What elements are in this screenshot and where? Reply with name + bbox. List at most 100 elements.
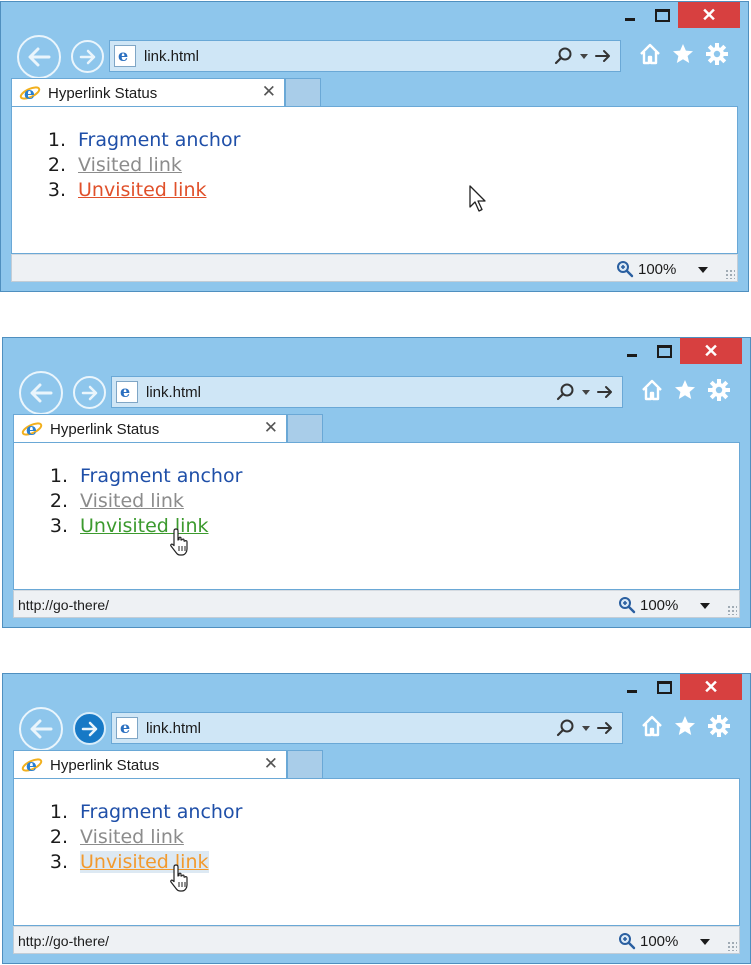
- back-arrow-icon: [30, 719, 53, 739]
- zoom-icon[interactable]: [618, 932, 636, 950]
- fragment-anchor-link[interactable]: Fragment anchor: [80, 801, 242, 823]
- window-caption-buttons: ✕: [616, 674, 742, 702]
- search-icon[interactable]: [554, 46, 574, 66]
- resize-grip[interactable]: [727, 605, 737, 615]
- zoom-level[interactable]: 100%: [638, 261, 676, 278]
- new-tab-button[interactable]: [287, 750, 323, 779]
- svg-text:e: e: [24, 84, 35, 103]
- page-content: 1. Fragment anchor 2. Visited link 3. Unvisit…: [13, 442, 740, 590]
- tab-title: Hyperlink Status: [50, 421, 160, 438]
- back-button[interactable]: [19, 707, 63, 751]
- search-dropdown-icon[interactable]: [582, 726, 590, 731]
- close-window-button[interactable]: ✕: [680, 338, 742, 364]
- address-bar[interactable]: e link.html: [111, 376, 623, 408]
- fragment-anchor-link[interactable]: Fragment anchor: [78, 129, 240, 151]
- ie-page-icon: e: [114, 45, 136, 67]
- close-window-button[interactable]: ✕: [678, 2, 740, 28]
- ie-logo-icon: e: [21, 420, 43, 439]
- search-dropdown-icon[interactable]: [580, 54, 588, 59]
- browser-tab[interactable]: e Hyperlink Status ✕: [13, 750, 287, 779]
- zoom-dropdown-icon[interactable]: [698, 267, 708, 273]
- favorites-star-icon[interactable]: [673, 378, 697, 402]
- status-url: http://go-there/: [18, 933, 110, 949]
- close-tab-button[interactable]: ✕: [262, 82, 276, 102]
- fragment-anchor-link[interactable]: Fragment anchor: [80, 465, 242, 487]
- window-caption-buttons: ✕: [614, 2, 740, 30]
- forward-button[interactable]: [73, 712, 106, 745]
- resize-grip[interactable]: [725, 269, 735, 279]
- tab-title: Hyperlink Status: [50, 757, 160, 774]
- minimize-button[interactable]: [614, 2, 646, 28]
- ie-logo-icon: e: [21, 756, 43, 775]
- home-icon[interactable]: [638, 42, 662, 66]
- hand-cursor-icon: [170, 528, 188, 556]
- status-bar: 100%: [11, 254, 738, 282]
- list-number: 2.: [47, 154, 66, 176]
- list-number: 1.: [49, 465, 68, 487]
- gear-icon[interactable]: [707, 378, 731, 402]
- maximize-button[interactable]: [648, 338, 680, 364]
- close-tab-button[interactable]: ✕: [264, 418, 278, 438]
- list-number: 2.: [49, 490, 68, 512]
- status-bar: http://go-there/ 100%: [13, 590, 740, 618]
- back-button[interactable]: [19, 371, 63, 415]
- visited-link[interactable]: Visited link: [80, 826, 184, 848]
- svg-text:e: e: [26, 756, 37, 775]
- new-tab-button[interactable]: [285, 78, 321, 107]
- minimize-button[interactable]: [616, 674, 648, 700]
- browser-window-1: ✕ e link.html e Hyperlink Status ✕ 1. Fr…: [0, 1, 749, 292]
- forward-button[interactable]: [71, 40, 104, 73]
- gear-icon[interactable]: [707, 714, 731, 738]
- status-bar: http://go-there/ 100%: [13, 926, 740, 954]
- arrow-cursor-icon: [469, 185, 486, 212]
- status-url: http://go-there/: [18, 597, 110, 613]
- address-bar[interactable]: e link.html: [111, 712, 623, 744]
- search-dropdown-icon[interactable]: [582, 390, 590, 395]
- favorites-star-icon[interactable]: [671, 42, 695, 66]
- visited-link[interactable]: Visited link: [80, 490, 184, 512]
- list-number: 1.: [47, 129, 66, 151]
- forward-arrow-icon: [79, 49, 95, 64]
- home-icon[interactable]: [640, 378, 664, 402]
- page-content: 1. Fragment anchor 2. Visited link 3. Unvisit…: [11, 106, 738, 254]
- address-bar[interactable]: e link.html: [109, 40, 621, 72]
- zoom-icon[interactable]: [616, 260, 634, 278]
- search-icon[interactable]: [556, 382, 576, 402]
- zoom-level[interactable]: 100%: [640, 597, 678, 614]
- maximize-button[interactable]: [648, 674, 680, 700]
- list-number: 3.: [49, 515, 68, 537]
- ie-page-icon: e: [116, 381, 138, 403]
- back-arrow-icon: [28, 47, 51, 67]
- zoom-icon[interactable]: [618, 596, 636, 614]
- forward-arrow-icon: [81, 721, 97, 736]
- svg-text:e: e: [26, 420, 37, 439]
- forward-button[interactable]: [73, 376, 106, 409]
- go-arrow-icon[interactable]: [594, 47, 612, 65]
- list-number: 2.: [49, 826, 68, 848]
- maximize-button[interactable]: [646, 2, 678, 28]
- browser-window-2: ✕ e link.html e Hyperlink Status ✕ 1. Fr…: [2, 337, 751, 628]
- close-tab-button[interactable]: ✕: [264, 754, 278, 774]
- window-caption-buttons: ✕: [616, 338, 742, 366]
- browser-tab[interactable]: e Hyperlink Status ✕: [13, 414, 287, 443]
- address-text: link.html: [146, 384, 202, 401]
- browser-window-3: ✕ e link.html e Hyperlink Status ✕ 1. Fr…: [2, 673, 751, 964]
- zoom-dropdown-icon[interactable]: [700, 603, 710, 609]
- home-icon[interactable]: [640, 714, 664, 738]
- minimize-button[interactable]: [616, 338, 648, 364]
- unvisited-link[interactable]: Unvisited link: [78, 179, 207, 201]
- browser-tab[interactable]: e Hyperlink Status ✕: [11, 78, 285, 107]
- back-button[interactable]: [17, 35, 61, 79]
- list-number: 3.: [49, 851, 68, 873]
- search-icon[interactable]: [556, 718, 576, 738]
- favorites-star-icon[interactable]: [673, 714, 697, 738]
- zoom-dropdown-icon[interactable]: [700, 939, 710, 945]
- zoom-level[interactable]: 100%: [640, 933, 678, 950]
- new-tab-button[interactable]: [287, 414, 323, 443]
- go-arrow-icon[interactable]: [596, 719, 614, 737]
- gear-icon[interactable]: [705, 42, 729, 66]
- close-window-button[interactable]: ✕: [680, 674, 742, 700]
- go-arrow-icon[interactable]: [596, 383, 614, 401]
- visited-link[interactable]: Visited link: [78, 154, 182, 176]
- resize-grip[interactable]: [727, 941, 737, 951]
